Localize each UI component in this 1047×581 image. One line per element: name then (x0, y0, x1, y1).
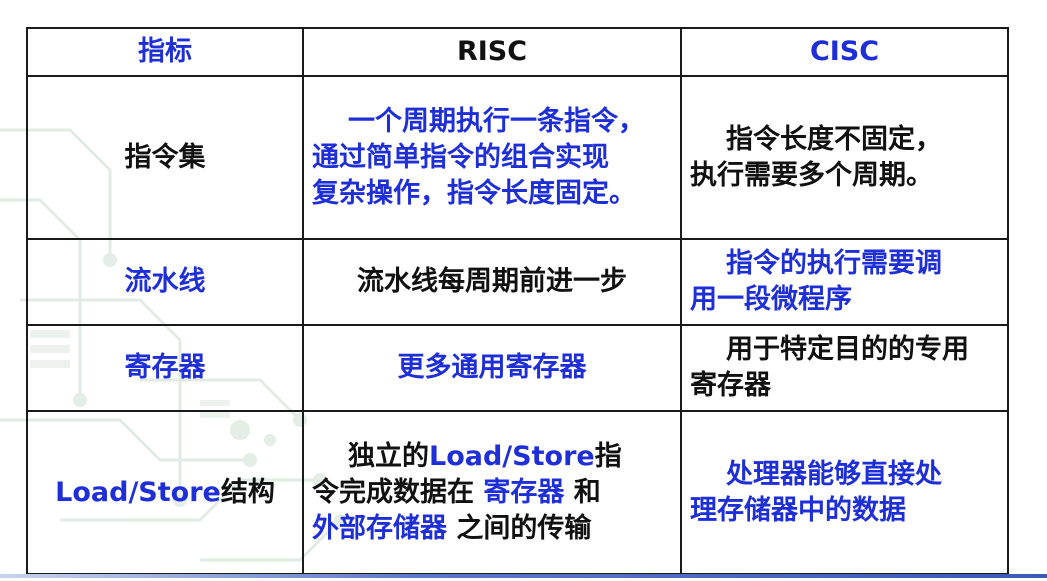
cell-risc-load-store: 独立的Load/Store指 令完成数据在 寄存器 和 外部存储器 之间的传输 (302, 410, 682, 575)
label-part: Load/Store (55, 476, 221, 508)
text-line: 处理器能够直接处 (726, 458, 942, 490)
table-header-row: 指标 RISC CISC (26, 27, 1009, 77)
text-segment: 令完成数据在 (312, 476, 484, 508)
text-line: 通过简单指令的组合实现 (312, 141, 609, 173)
cell-cisc-load-store: 处理器能够直接处 理存储器中的数据 (680, 410, 1009, 575)
table-row-instruction-set: 指令集 一个周期执行一条指令， 通过简单指令的组合实现 复杂操作，指令长度固定。… (26, 75, 1009, 240)
text-segment: 和 (564, 476, 601, 508)
cell-risc-registers: 更多通用寄存器 (302, 324, 682, 412)
cell-cisc-registers: 用于特定目的的专用 寄存器 (680, 324, 1009, 412)
row-label-registers: 寄存器 (26, 324, 304, 412)
table-row-registers: 寄存器 更多通用寄存器 用于特定目的的专用 寄存器 (26, 324, 1009, 412)
text-line: 用于特定目的的专用 (726, 334, 969, 365)
cell-cisc-instruction-set: 指令长度不固定， 执行需要多个周期。 (680, 75, 1009, 240)
text-line: 指令长度不固定， (726, 123, 942, 155)
text-line: 执行需要多个周期。 (690, 159, 933, 191)
text-line: 指令的执行需要调 (726, 248, 942, 279)
text-segment: 指 (594, 440, 622, 472)
text-line: 寄存器 (690, 370, 771, 401)
table-row-pipeline: 流水线 流水线每周期前进一步 指令的执行需要调 用一段微程序 (26, 238, 1009, 326)
label-part: 结构 (220, 476, 275, 508)
text-line: 用一段微程序 (690, 284, 852, 315)
row-label-pipeline: 流水线 (26, 238, 304, 326)
header-cisc: CISC (680, 27, 1009, 77)
table-row-load-store: Load/Store结构 独立的Load/Store指 令完成数据在 寄存器 和… (26, 410, 1009, 575)
row-label-instruction-set: 指令集 (26, 75, 304, 240)
text-line: 令完成数据在 寄存器 和 (312, 477, 601, 508)
text-segment: Load/Store (429, 440, 595, 472)
text-line: 一个周期执行一条指令， (348, 105, 645, 137)
text-line: 独立的Load/Store指 (312, 439, 622, 475)
bottom-accent-line (0, 574, 1047, 578)
text-line: 理存储器中的数据 (690, 494, 906, 526)
text-line: 外部存储器 之间的传输 (312, 513, 591, 544)
cell-risc-pipeline: 流水线每周期前进一步 (302, 238, 682, 326)
risc-cisc-comparison-table: 指标 RISC CISC 指令集 一个周期执行一条指令， 通过简单指令的组合实现… (26, 27, 1009, 575)
text-segment: 寄存器 (483, 476, 565, 508)
text-segment: 独立的 (348, 440, 429, 472)
text-line: 复杂操作，指令长度固定。 (312, 177, 636, 209)
cell-risc-instruction-set: 一个周期执行一条指令， 通过简单指令的组合实现 复杂操作，指令长度固定。 (302, 75, 682, 240)
row-label-load-store: Load/Store结构 (26, 410, 304, 575)
header-risc: RISC (302, 27, 682, 77)
text-segment: 之间的传输 (447, 512, 592, 544)
header-indicator: 指标 (26, 27, 304, 77)
text-segment: 外部存储器 (312, 512, 447, 544)
cell-cisc-pipeline: 指令的执行需要调 用一段微程序 (680, 238, 1009, 326)
